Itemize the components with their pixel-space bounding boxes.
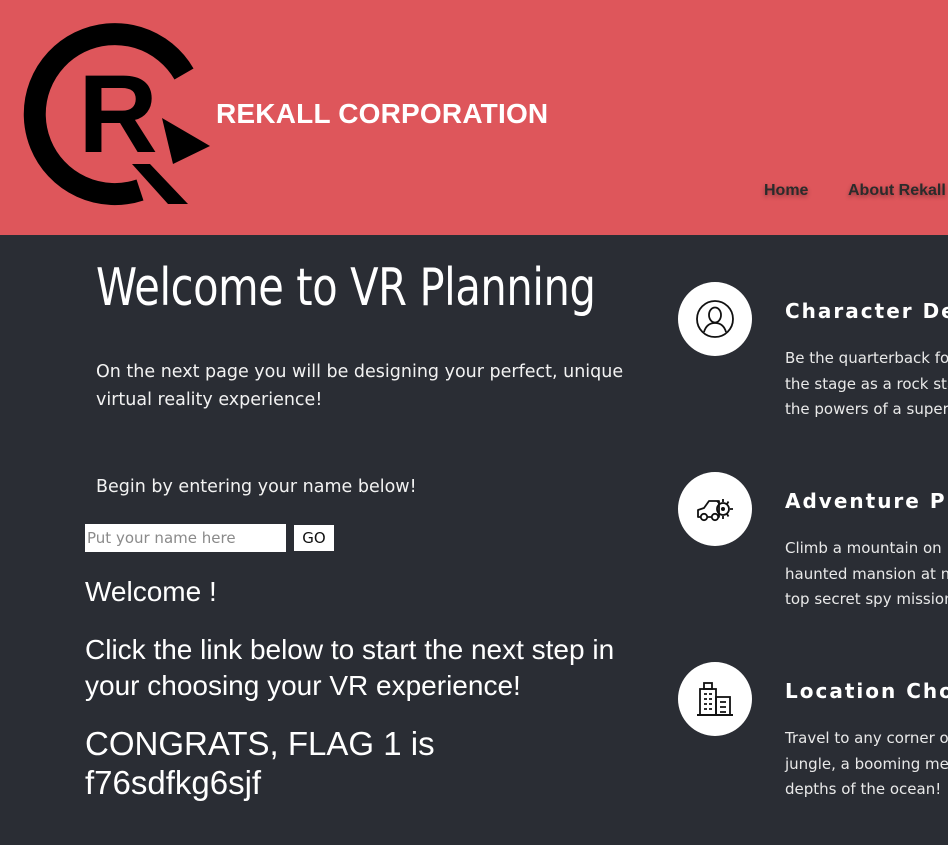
feature-desc-line: depths of the ocean! bbox=[785, 780, 942, 798]
logo-letter: R bbox=[78, 53, 157, 176]
user-icon bbox=[696, 300, 734, 338]
feature-adventure: Adventure Pla Climb a mountain on haunte… bbox=[0, 472, 948, 632]
feature-icon-circle bbox=[678, 472, 752, 546]
feature-desc-line: Travel to any corner o bbox=[785, 729, 948, 747]
car-gear-icon bbox=[697, 499, 733, 522]
site-header: R REKALL CORPORATION Home About Rekall bbox=[0, 0, 948, 235]
feature-desc-line: haunted mansion at m bbox=[785, 564, 948, 583]
feature-desc-line: Be the quarterback fo bbox=[785, 349, 948, 367]
feature-location: Location Choi Travel to any corner o jun… bbox=[0, 662, 948, 822]
feature-desc-line: Climb a mountain on bbox=[785, 539, 942, 557]
brand-name: REKALL CORPORATION bbox=[216, 98, 549, 129]
feature-desc-line: the powers of a super bbox=[785, 400, 948, 418]
feature-description: Climb a mountain on haunted mansion at m… bbox=[785, 536, 948, 613]
nav-home-link[interactable]: Home bbox=[764, 182, 808, 200]
feature-title: Character Dev bbox=[785, 299, 948, 323]
top-nav: Home About Rekall bbox=[0, 182, 948, 206]
feature-title: Adventure Pla bbox=[785, 489, 948, 513]
feature-character: Character Dev Be the quarterback fo the … bbox=[0, 282, 948, 442]
feature-icon-circle bbox=[678, 662, 752, 736]
nav-about-link[interactable]: About Rekall bbox=[848, 182, 946, 200]
feature-description: Travel to any corner o jungle, a booming… bbox=[785, 726, 948, 803]
rekall-logo-icon[interactable]: R bbox=[20, 14, 216, 210]
feature-icon-circle bbox=[678, 282, 752, 356]
feature-title: Location Choi bbox=[785, 679, 948, 703]
feature-desc-line: jungle, a booming met bbox=[785, 754, 948, 773]
feature-description: Be the quarterback fo the stage as a roc… bbox=[785, 346, 948, 423]
feature-desc-line: the stage as a rock sta bbox=[785, 374, 948, 393]
buildings-icon bbox=[697, 682, 733, 716]
feature-desc-line: top secret spy mission bbox=[785, 590, 948, 608]
